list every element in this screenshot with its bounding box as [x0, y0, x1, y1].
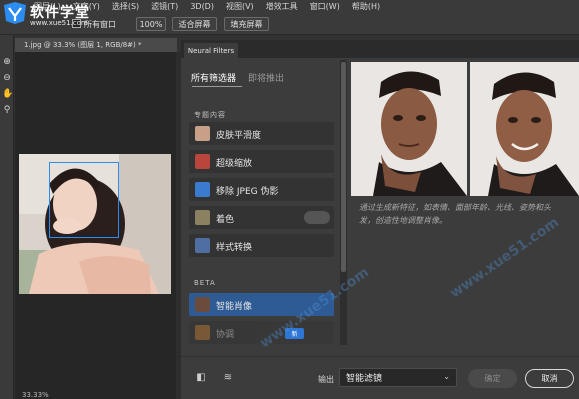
chevron-down-icon: ⌄: [443, 372, 450, 381]
active-tab-underline: [192, 86, 242, 87]
filter-style-transfer[interactable]: 样式转换: [189, 234, 334, 257]
watermark-logo-url: www.xue51.com: [30, 19, 88, 27]
preview-after: [470, 62, 579, 196]
smart-portrait-icon: [195, 297, 210, 312]
filter-label: 着色: [216, 215, 235, 225]
output-select[interactable]: 智能滤镜 ⌄: [339, 368, 457, 387]
hand-tool-icon[interactable]: ✋: [2, 89, 13, 99]
fit-screen-button[interactable]: 适合屏幕: [172, 17, 217, 31]
colorize-toggle[interactable]: [304, 211, 330, 224]
menu-select[interactable]: 选择(S): [106, 1, 145, 12]
section-featured: 专题内容: [194, 111, 226, 119]
filter-label: 皮肤平滑度: [216, 131, 262, 141]
filter-colorize[interactable]: 着色: [189, 206, 334, 229]
filter-label: 样式转换: [216, 243, 253, 253]
colorize-icon: [195, 210, 210, 225]
panel-tab-bar: [181, 40, 579, 58]
ok-button[interactable]: 确定: [468, 369, 517, 388]
output-label: 输出: [318, 375, 334, 384]
tab-all-filters[interactable]: 所有筛选器: [191, 71, 236, 84]
output-value: 智能滤镜: [346, 374, 383, 384]
zoom-out-icon[interactable]: ⊖: [2, 73, 12, 83]
filter-label: 移除 JPEG 伪影: [216, 187, 279, 197]
skin-smoothing-icon: [195, 126, 210, 141]
style-transfer-icon: [195, 238, 210, 253]
menu-3d[interactable]: 3D(D): [184, 2, 220, 11]
filter-label: 协调: [216, 330, 235, 340]
menu-filter[interactable]: 滤镜(T): [145, 1, 184, 12]
fill-screen-button[interactable]: 填充屏幕: [224, 17, 269, 31]
jpeg-artifacts-icon: [195, 182, 210, 197]
filter-label: 超级缩放: [216, 159, 253, 169]
scrollbar-thumb[interactable]: [341, 62, 346, 272]
menu-help[interactable]: 帮助(H): [346, 1, 386, 12]
filter-jpeg-artifacts[interactable]: 移除 JPEG 伪影: [189, 178, 334, 201]
menu-view[interactable]: 视图(V): [220, 1, 260, 12]
document-tab[interactable]: 1.jpg @ 33.3% (图层 1, RGB/8#) *: [15, 38, 177, 52]
super-zoom-icon: [195, 154, 210, 169]
filter-subtabs: 所有筛选器 即将推出: [191, 71, 284, 84]
zoom-status: 33.33%: [22, 391, 49, 399]
face-detection-box[interactable]: [49, 162, 119, 238]
section-beta: BETA: [194, 279, 216, 287]
tab-coming-soon[interactable]: 即将推出: [248, 71, 284, 84]
layers-icon[interactable]: ≋: [222, 372, 234, 384]
zoom-in-icon[interactable]: ⊕: [2, 57, 12, 67]
preview-before: [351, 62, 467, 196]
cancel-button[interactable]: 取消: [525, 369, 574, 388]
watermark-logo-icon: [4, 2, 26, 24]
filter-skin-smoothing[interactable]: 皮肤平滑度: [189, 122, 334, 145]
harmonize-icon: [195, 325, 210, 340]
filter-description: 通过生成新特征，如表情、面部年龄、光线、姿势和头发，创造性地调整肖像。: [359, 203, 551, 225]
filter-label: 智能肖像: [216, 302, 253, 312]
compare-icon[interactable]: ◧: [195, 372, 207, 384]
filter-super-zoom[interactable]: 超级缩放: [189, 150, 334, 173]
tool-strip: ⊕ ⊖ ✋ ⚲: [0, 35, 14, 399]
menu-window[interactable]: 窗口(W): [304, 1, 346, 12]
zoom-100-button[interactable]: 100%: [136, 17, 166, 31]
search-icon[interactable]: ⚲: [2, 105, 12, 115]
filter-list-scrollbar[interactable]: [340, 60, 347, 345]
menu-plugins[interactable]: 增效工具: [260, 1, 304, 12]
neural-filters-tab[interactable]: Neural Filters: [184, 43, 238, 58]
